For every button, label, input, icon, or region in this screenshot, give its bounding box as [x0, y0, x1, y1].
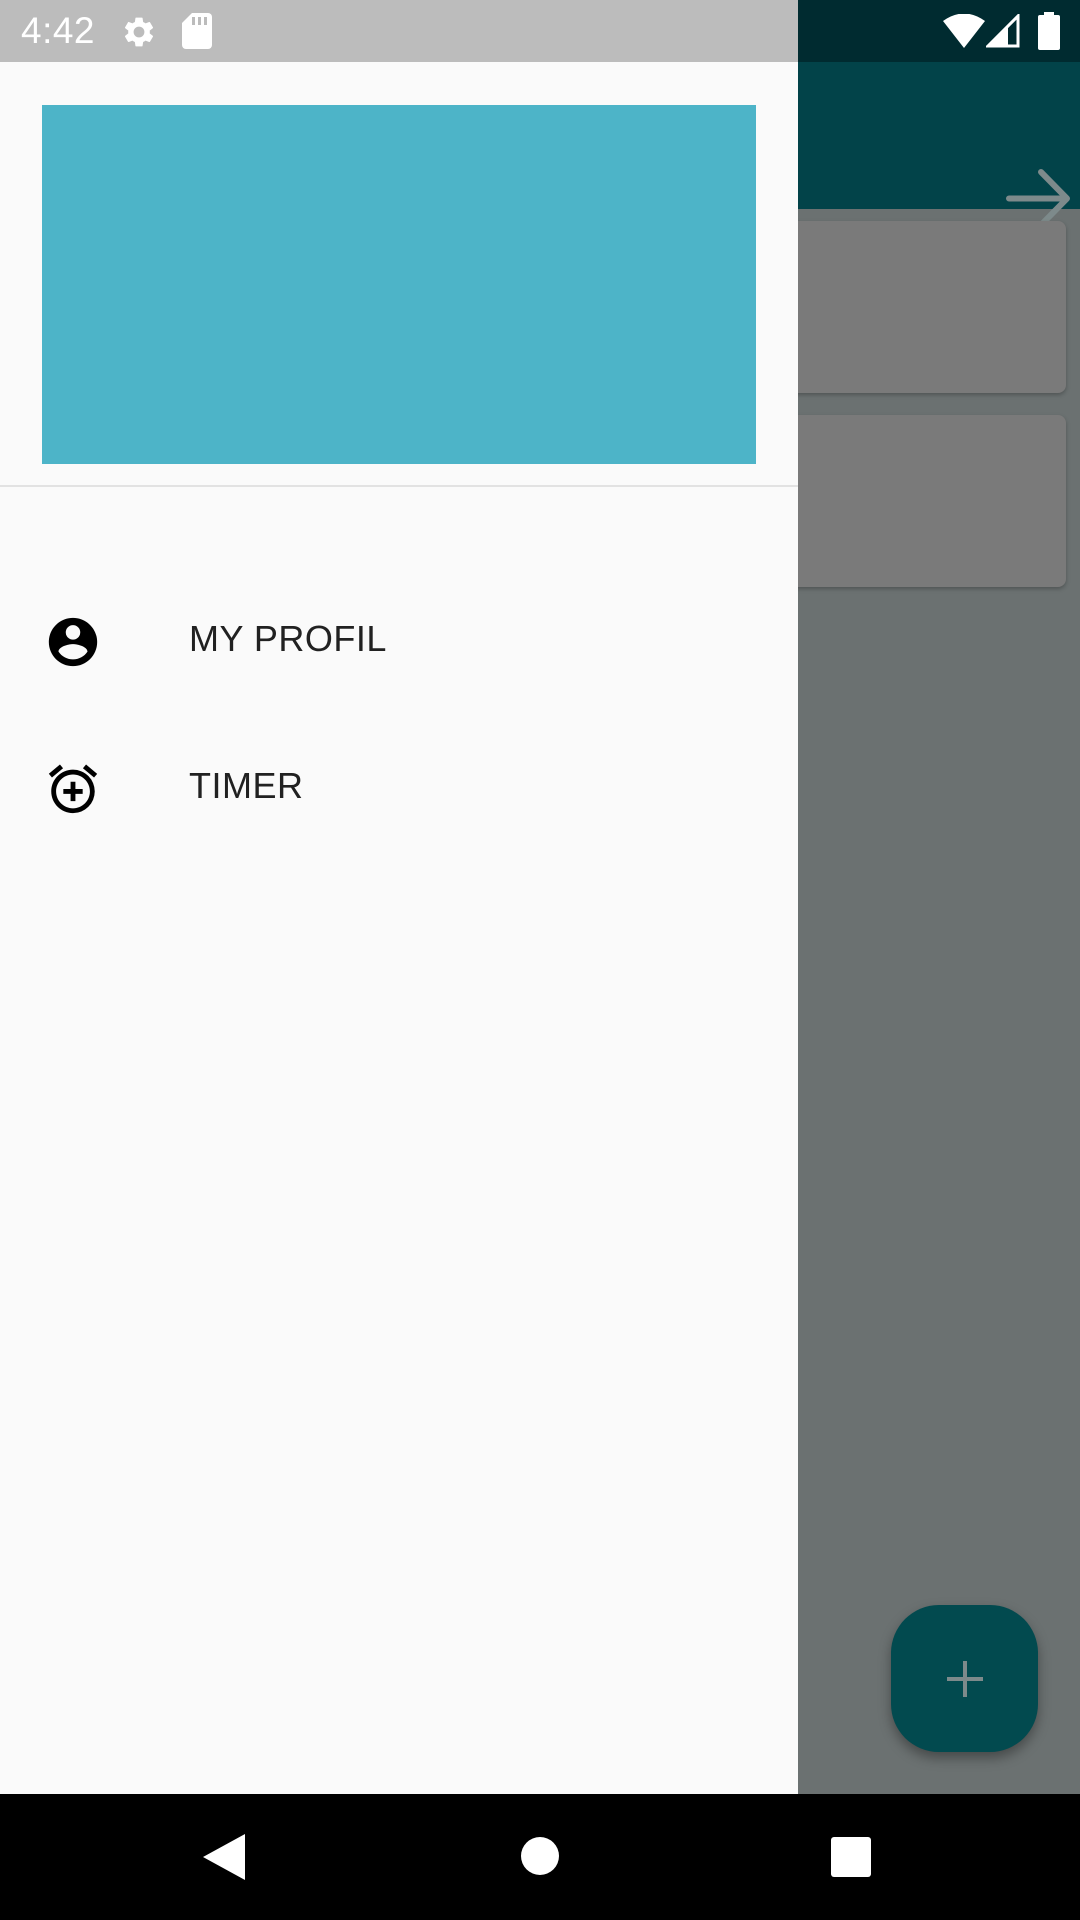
signal-icon — [986, 14, 1020, 48]
system-nav-bar — [0, 1794, 1080, 1920]
wifi-icon — [943, 14, 985, 48]
status-time: 4:42 — [21, 10, 96, 51]
alarm-add-icon — [48, 764, 98, 814]
plus-icon — [946, 1660, 983, 1697]
status-bar-scrim: 4:42 — [0, 0, 798, 62]
drawer-item-my-profil[interactable]: MY PROFIL — [0, 567, 798, 714]
account-circle-icon — [48, 617, 98, 667]
status-bar: 4:42 — [0, 0, 1080, 62]
list-card[interactable] — [780, 221, 1066, 393]
drawer-header-image — [42, 105, 756, 464]
back-icon[interactable] — [203, 1834, 245, 1880]
gear-icon — [124, 17, 154, 47]
battery-icon — [1038, 12, 1060, 50]
drawer-item-label: MY PROFIL — [189, 618, 387, 659]
list-card[interactable] — [780, 415, 1066, 587]
navigation-drawer: MY PROFIL TIMER — [0, 62, 798, 1794]
recents-icon[interactable] — [831, 1837, 871, 1877]
home-icon[interactable] — [520, 1836, 560, 1876]
sd-card-icon — [182, 13, 212, 49]
add-fab-button[interactable] — [891, 1605, 1038, 1752]
drawer-item-label: TIMER — [189, 765, 304, 806]
drawer-divider — [0, 485, 798, 487]
drawer-item-timer[interactable]: TIMER — [0, 714, 798, 861]
